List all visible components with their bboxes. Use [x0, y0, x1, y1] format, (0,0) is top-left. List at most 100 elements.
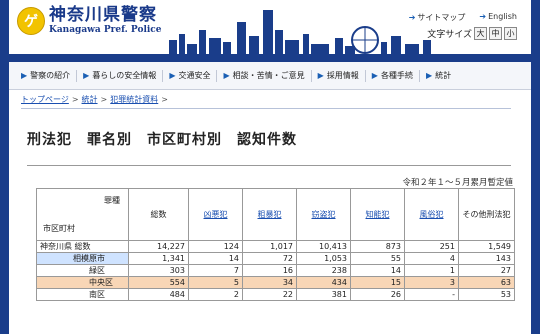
row-name: 緑区: [36, 264, 129, 277]
police-emblem-icon: ゲ: [17, 7, 45, 35]
font-size-medium-button[interactable]: 中: [489, 27, 502, 40]
breadcrumb: トップページ > 統計 > 犯罪統計資料 >: [9, 90, 531, 108]
header-total: 総数: [128, 188, 189, 241]
sitemap-link[interactable]: ➔ サイトマップ: [409, 12, 466, 23]
breadcrumb-separator: >: [100, 94, 108, 104]
header-assault-crime: 粗暴犯: [242, 188, 297, 241]
breadcrumb-separator: >: [71, 94, 79, 104]
municipality-label: 市区町村: [43, 224, 75, 233]
intellectual-crime-link[interactable]: 知能犯: [366, 210, 390, 219]
cell-other: 53: [458, 288, 515, 301]
triangle-right-icon: ▶: [223, 71, 230, 80]
nav-item-safety[interactable]: ▶ 暮らしの安全情報: [77, 70, 162, 81]
row-name: 相模原市: [36, 252, 129, 265]
global-nav: ▶ 警察の紹介 ▶ 暮らしの安全情報 ▶ 交通安全 ▶ 相談・苦情・ご意見 ▶ 採用情報 …: [9, 62, 531, 90]
cell-theft: 10,413: [296, 240, 351, 253]
arrow-right-icon: ➔: [408, 13, 416, 22]
font-size-large-button[interactable]: 大: [474, 27, 487, 40]
nav-item-about[interactable]: ▶ 警察の紹介: [15, 70, 76, 81]
english-link[interactable]: ➔ English: [479, 12, 517, 23]
cell-total: 484: [128, 288, 189, 301]
cell-theft: 434: [296, 276, 351, 289]
table-corner-cell: 罪種 市区町村: [36, 188, 129, 241]
logo-english-text: Kanagawa Pref. Police: [49, 25, 162, 35]
crime-stats-table: 罪種 市区町村 総数 凶悪犯 粗暴犯 窃盗犯 知能犯 風俗犯 その他刑法犯 神奈…: [36, 188, 515, 301]
cell-assault: 34: [242, 276, 297, 289]
cell-other: 27: [458, 264, 515, 277]
table-row: 中央区 554 5 34 434 15 3 63: [36, 276, 515, 289]
cell-total: 14,227: [128, 240, 189, 253]
cell-total: 554: [128, 276, 189, 289]
cell-violent: 14: [188, 252, 243, 265]
table-row: 南区 484 2 22 381 26 - 53: [36, 288, 515, 301]
cell-violent: 124: [188, 240, 243, 253]
breadcrumb-crime-stats-link[interactable]: 犯罪統計資料: [110, 94, 158, 105]
cell-intellectual: 55: [350, 252, 405, 265]
cell-intellectual: 15: [350, 276, 405, 289]
theft-crime-link[interactable]: 窃盗犯: [312, 210, 336, 219]
site-logo[interactable]: ゲ 神奈川県警察 Kanagawa Pref. Police: [17, 6, 162, 36]
nav-item-recruit[interactable]: ▶ 採用情報: [312, 70, 365, 81]
breadcrumb-divider: [21, 108, 511, 109]
logo-japanese-text: 神奈川県警察: [49, 5, 157, 25]
cell-assault: 22: [242, 288, 297, 301]
cell-violent: 2: [188, 288, 243, 301]
cell-theft: 238: [296, 264, 351, 277]
header-band: [9, 54, 531, 62]
cell-other: 143: [458, 252, 515, 265]
header: ゲ 神奈川県警察 Kanagawa Pref. Police ➔ サイトマップ ➔…: [9, 0, 531, 62]
nav-item-statistics[interactable]: ▶ 統計: [420, 70, 457, 81]
nav-item-traffic[interactable]: ▶ 交通安全: [163, 70, 216, 81]
page-title: 刑法犯 罪名別 市区町村別 認知件数: [27, 132, 297, 148]
table-row: 緑区 303 7 16 238 14 1 27: [36, 264, 515, 277]
utility-links: ➔ サイトマップ ➔ English: [409, 12, 517, 23]
breadcrumb-separator: >: [161, 94, 168, 104]
breadcrumb-home-link[interactable]: トップページ: [21, 94, 69, 105]
header-moral-crime: 風俗犯: [404, 188, 459, 241]
row-name: 南区: [36, 288, 129, 301]
font-size-label: 文字サイズ: [427, 30, 472, 40]
cell-assault: 16: [242, 264, 297, 277]
triangle-right-icon: ▶: [169, 71, 176, 80]
crime-type-label: 罪種: [104, 196, 120, 205]
city-skyline-image: [169, 10, 431, 56]
row-name: 神奈川県 総数: [36, 240, 129, 253]
cell-other: 1,549: [458, 240, 515, 253]
header-other-crime: その他刑法犯: [458, 188, 515, 241]
cell-theft: 381: [296, 288, 351, 301]
cell-total: 1,341: [128, 252, 189, 265]
assault-crime-link[interactable]: 粗暴犯: [258, 210, 282, 219]
triangle-right-icon: ▶: [425, 71, 433, 80]
cell-violent: 5: [188, 276, 243, 289]
nav-item-procedures[interactable]: ▶ 各種手続: [366, 70, 419, 81]
data-period-note: 令和２年１～５月累月暫定値: [402, 178, 513, 188]
cell-violent: 7: [188, 264, 243, 277]
triangle-right-icon: ▶: [21, 71, 28, 80]
row-name: 中央区: [36, 276, 129, 289]
title-divider: [27, 165, 511, 166]
triangle-right-icon: ▶: [317, 71, 324, 80]
nav-item-consultation[interactable]: ▶ 相談・苦情・ご意見: [217, 70, 310, 81]
cell-assault: 1,017: [242, 240, 297, 253]
page: ゲ 神奈川県警察 Kanagawa Pref. Police ➔ サイトマップ ➔…: [9, 0, 531, 334]
cell-intellectual: 26: [350, 288, 405, 301]
moral-crime-link[interactable]: 風俗犯: [420, 210, 444, 219]
triangle-right-icon: ▶: [371, 71, 378, 80]
violent-crime-link[interactable]: 凶悪犯: [204, 210, 228, 219]
table-row: 神奈川県 総数 14,227 124 1,017 10,413 873 251 …: [36, 240, 515, 253]
cell-moral: 251: [404, 240, 459, 253]
cell-moral: 3: [404, 276, 459, 289]
font-size-switcher: 文字サイズ 大 中 小: [427, 27, 517, 40]
table-header-row: 罪種 市区町村 総数 凶悪犯 粗暴犯 窃盗犯 知能犯 風俗犯 その他刑法犯: [36, 188, 515, 241]
triangle-right-icon: ▶: [83, 71, 90, 80]
cell-total: 303: [128, 264, 189, 277]
table-row: 相模原市 1,341 14 72 1,053 55 4 143: [36, 252, 515, 265]
breadcrumb-statistics-link[interactable]: 統計: [82, 94, 98, 105]
cell-theft: 1,053: [296, 252, 351, 265]
cell-assault: 72: [242, 252, 297, 265]
cell-moral: -: [404, 288, 459, 301]
cell-intellectual: 14: [350, 264, 405, 277]
header-violent-crime: 凶悪犯: [188, 188, 243, 241]
font-size-small-button[interactable]: 小: [504, 27, 517, 40]
arrow-right-icon: ➔: [479, 12, 487, 21]
